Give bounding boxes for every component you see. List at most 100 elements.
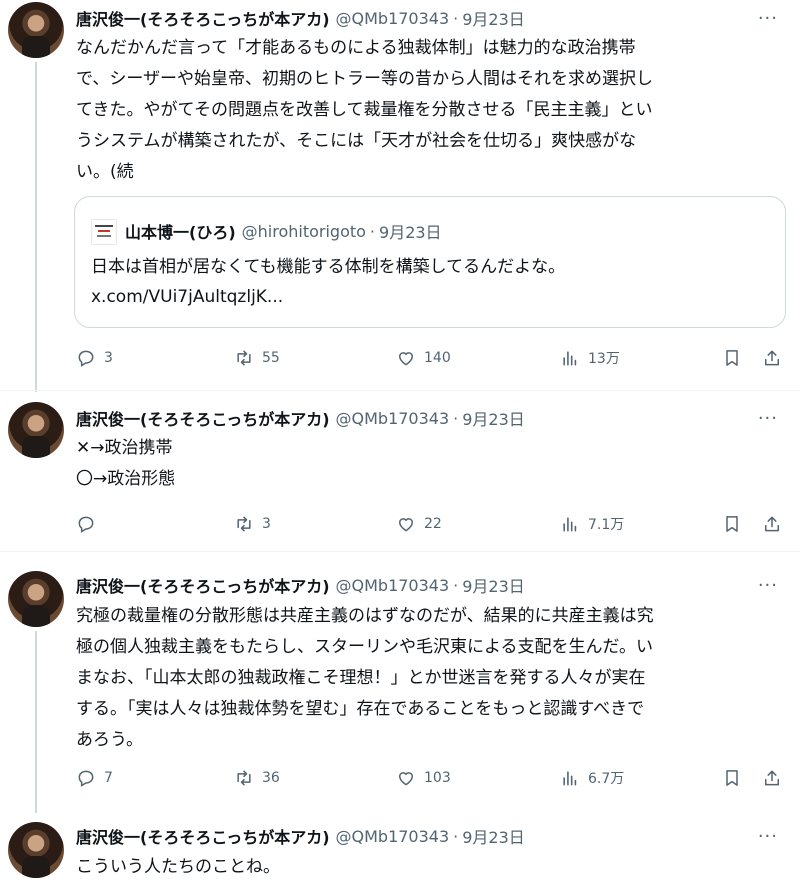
like-button[interactable]: 103 [396, 766, 451, 790]
author-name[interactable]: 唐沢俊一(そろそろこっちが本アカ) [76, 6, 330, 30]
reply-count: 7 [104, 770, 113, 786]
author-handle[interactable]: @QMb170343 [336, 576, 450, 595]
bookmark-button[interactable] [722, 766, 742, 790]
tweet-header: 唐沢俊一(そろそろこっちが本アカ) @QMb170343 · 9月23日 [76, 573, 750, 597]
views-icon [563, 351, 577, 366]
author-name[interactable]: 唐沢俊一(そろそろこっちが本アカ) [76, 824, 330, 848]
quoted-header: 山本博一(ひろ) @hirohitorigoto · 9月23日 [125, 219, 442, 243]
author-handle[interactable]: @QMb170343 [336, 9, 450, 28]
action-bar: 3 55 140 13万 [76, 346, 786, 370]
heart-icon [399, 352, 413, 366]
views-button[interactable]: 6.7万 [560, 766, 624, 790]
author-name[interactable]: 唐沢俊一(そろそろこっちが本アカ) [76, 406, 330, 430]
tweet-text-line: なんだかんだ言って「才能あるものによる独裁体制」は魅力的な政治携帯 [76, 38, 636, 58]
reply-icon [78, 516, 94, 533]
reply-button[interactable]: 7 [76, 766, 113, 790]
share-button[interactable] [762, 512, 782, 536]
tweet-text: こういう人たちのことね。 [76, 852, 778, 883]
retweet-icon [237, 516, 251, 532]
action-bar: 3 22 7.1万 [76, 512, 786, 536]
tweet-text: なんだかんだ言って「才能あるものによる独裁体制」は魅力的な政治携帯 で、シーザー… [76, 33, 778, 188]
tweet-date[interactable]: 9月23日 [462, 6, 525, 30]
tweet-text-line: する。「実は人々は独裁体勢を望む」存在であることをもっと認識すべきで [76, 699, 645, 719]
quoted-handle: @hirohitorigoto [241, 221, 366, 241]
quoted-tweet[interactable]: 山本博一(ひろ) @hirohitorigoto · 9月23日 日本は首相が居… [74, 196, 786, 328]
separator-dot: · [453, 826, 459, 846]
reply-button[interactable]: 3 [76, 346, 113, 370]
retweet-button[interactable]: 55 [234, 346, 280, 370]
tweet-date[interactable]: 9月23日 [462, 824, 525, 848]
views-button[interactable]: 13万 [560, 346, 620, 370]
views-count: 13万 [588, 351, 620, 367]
tweet[interactable]: 唐沢俊一(そろそろこっちが本アカ) @QMb170343 · 9月23日 ···… [0, 390, 800, 550]
thread-line [35, 631, 37, 813]
quoted-date: 9月23日 [379, 223, 442, 242]
more-icon[interactable]: ··· [758, 408, 778, 429]
tweet-date[interactable]: 9月23日 [462, 406, 525, 430]
tweet-date[interactable]: 9月23日 [462, 573, 525, 597]
bookmark-icon [726, 770, 738, 786]
like-count: 140 [424, 350, 451, 366]
tweet-text-line: ✕→政治携帯 [76, 438, 173, 458]
tweet[interactable]: 唐沢俊一(そろそろこっちが本アカ) @QMb170343 · 9月23日 ···… [0, 551, 800, 813]
like-count: 103 [424, 770, 451, 786]
bookmark-button[interactable] [722, 512, 742, 536]
tweet[interactable]: 唐沢俊一(そろそろこっちが本アカ) @QMb170343 · 9月23日 ···… [0, 812, 800, 895]
tweet-text: ✕→政治携帯 〇→政治形態 [76, 433, 778, 495]
more-icon[interactable]: ··· [758, 8, 778, 29]
author-handle[interactable]: @QMb170343 [336, 409, 450, 428]
tweet-text-line: で、シーザーや始皇帝、初期のヒトラー等の昔から人間はそれを求め選択し [76, 69, 653, 89]
heart-icon [399, 518, 413, 532]
avatar[interactable] [8, 571, 64, 627]
avatar[interactable] [8, 822, 64, 878]
retweet-button[interactable]: 3 [234, 512, 271, 536]
retweet-count: 3 [262, 516, 271, 532]
more-icon[interactable]: ··· [758, 575, 778, 596]
share-button[interactable] [762, 766, 782, 790]
like-count: 22 [424, 516, 442, 532]
views-count: 7.1万 [588, 517, 625, 533]
views-button[interactable]: 7.1万 [560, 512, 624, 536]
quoted-avatar [91, 219, 117, 245]
tweet-text-line: 極の個人独裁主義をもたらし、スターリンや毛沢東による支配を生んだ。い [76, 637, 653, 657]
quoted-link[interactable]: x.com/VUi7jAultqzljK... [91, 283, 283, 311]
like-button[interactable]: 22 [396, 512, 442, 536]
share-icon [765, 770, 779, 786]
tweet-header: 唐沢俊一(そろそろこっちが本アカ) @QMb170343 · 9月23日 [76, 824, 750, 848]
tweet-text-line: てきた。やがてその問題点を改善して裁量権を分散させる「民主主義」とい [76, 100, 653, 120]
retweet-icon [237, 770, 251, 786]
tweet-text-line: こういう人たちのことね。 [76, 857, 280, 877]
action-bar: 7 36 103 6.7万 [76, 766, 786, 790]
avatar[interactable] [8, 2, 64, 58]
avatar[interactable] [8, 402, 64, 458]
views-count: 6.7万 [588, 771, 625, 787]
tweet[interactable]: 唐沢俊一(そろそろこっちが本アカ) @QMb170343 · 9月23日 ···… [0, 0, 800, 392]
retweet-icon [237, 350, 251, 366]
reply-button[interactable] [76, 512, 104, 536]
views-icon [563, 517, 577, 532]
retweet-button[interactable]: 36 [234, 766, 280, 790]
more-icon[interactable]: ··· [758, 826, 778, 847]
heart-icon [399, 772, 413, 786]
tweet-text-line: あろう。 [76, 730, 143, 750]
retweet-count: 55 [262, 350, 280, 366]
author-name[interactable]: 唐沢俊一(そろそろこっちが本アカ) [76, 573, 330, 597]
tweet-text-line: い。(続 [76, 162, 134, 182]
tweet-header: 唐沢俊一(そろそろこっちが本アカ) @QMb170343 · 9月23日 [76, 406, 750, 430]
share-button[interactable] [762, 346, 782, 370]
separator-dot: · [453, 575, 459, 595]
separator-dot: · [453, 408, 459, 428]
bookmark-icon [726, 516, 738, 532]
tweet-text-line: 究極の裁量権の分散形態は共産主義のはずなのだが、結果的に共産主義は究 [76, 606, 654, 626]
bookmark-button[interactable] [722, 346, 742, 370]
like-button[interactable]: 140 [396, 346, 451, 370]
reply-icon [78, 350, 94, 367]
author-handle[interactable]: @QMb170343 [336, 827, 450, 846]
quoted-author-name: 山本博一(ひろ) [125, 223, 236, 242]
separator-dot: · [453, 8, 459, 28]
tweet-text-line: 〇→政治形態 [76, 469, 176, 489]
tweet-text-line: うシステムが構築されたが、そこには「天才が社会を仕切る」爽快感がな [76, 131, 637, 151]
bookmark-icon [726, 350, 738, 366]
tweet-text-line: まなお、「山本太郎の独裁政権こそ理想！」とか世迷言を発する人々が実在 [76, 668, 646, 688]
quoted-text: 日本は首相が居なくても機能する体制を構築してるんだよな。 [91, 257, 566, 277]
